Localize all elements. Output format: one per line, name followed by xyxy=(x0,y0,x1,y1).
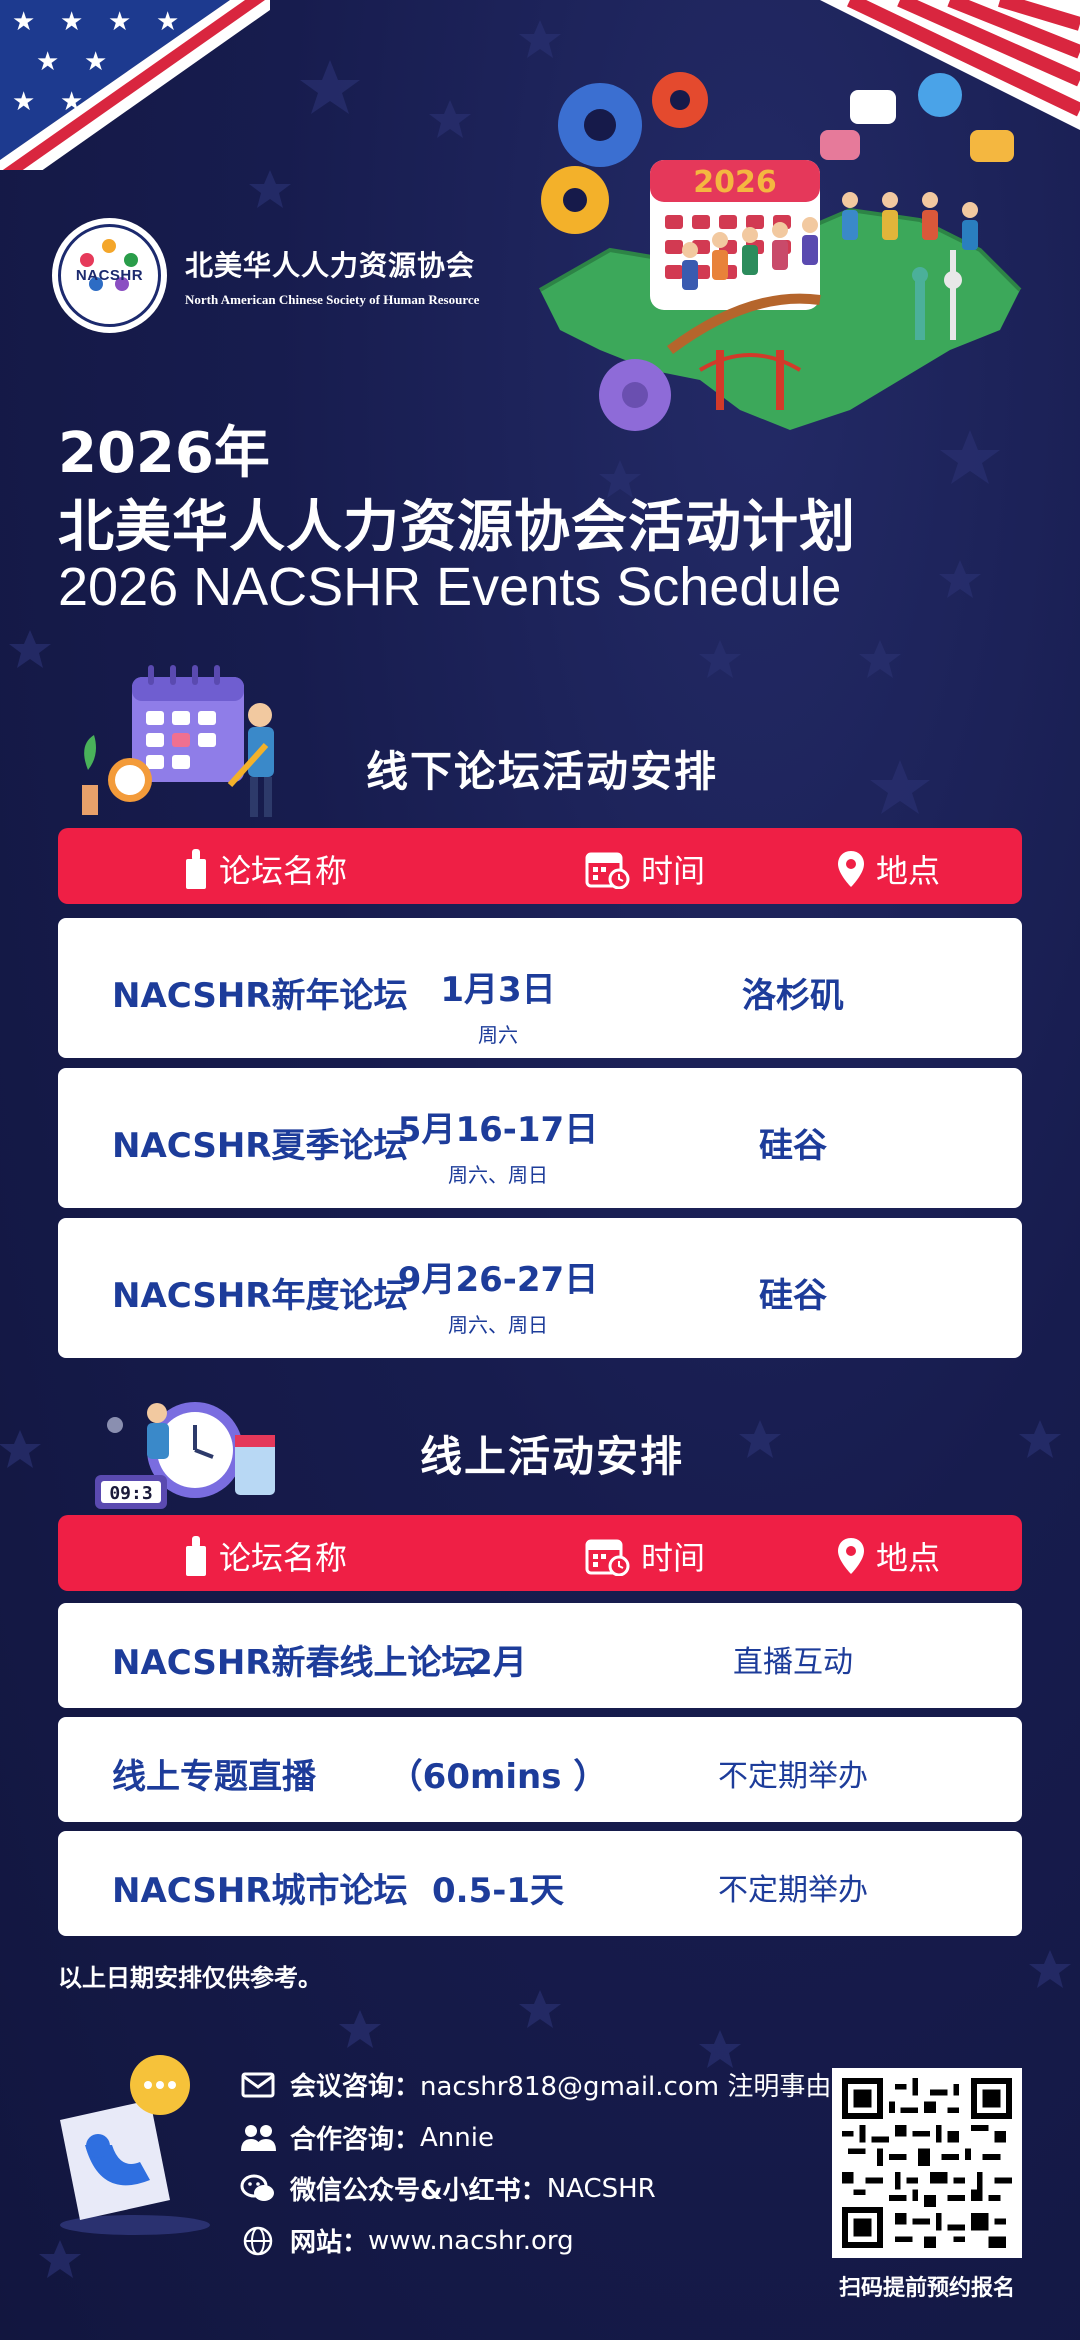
column-header-name: 论坛名称 xyxy=(183,1533,347,1579)
location-pin-icon xyxy=(838,1538,864,1574)
org-name-cn: 北美华人人力资源协会 xyxy=(185,248,476,282)
event-name: 线上专题直播 xyxy=(112,1757,316,1797)
column-label-time: 时间 xyxy=(641,1539,706,1577)
disclaimer-note: 以上日期安排仅供参考。 xyxy=(58,1964,322,1992)
online-event-row: 线上专题直播 （60mins ） 不定期举办 xyxy=(58,1717,1022,1822)
column-header-name: 论坛名称 xyxy=(183,846,347,892)
offline-event-row: NACSHR新年论坛 1月3日 周六 洛杉矶 xyxy=(58,918,1022,1058)
online-event-row: NACSHR新春线上论坛 2月 直播互动 xyxy=(58,1603,1022,1708)
contact-item-cooperation: 合作咨询： Annie xyxy=(240,2119,494,2156)
globe-icon xyxy=(240,2226,276,2256)
calendar-clock-icon xyxy=(585,852,630,889)
page-title-en: 2026 NACSHR Events Schedule xyxy=(58,557,842,617)
online-section-title: 线上活动安排 xyxy=(420,1432,685,1481)
people-icon xyxy=(240,2123,276,2153)
event-place: 不定期举办 xyxy=(718,1759,868,1794)
contact-value[interactable]: nacshr818@gmail.com 注明事由 xyxy=(420,2066,831,2103)
column-header-time: 时间 xyxy=(585,1533,705,1579)
contact-value: NACSHR xyxy=(546,2173,656,2204)
offline-table-header: 论坛名称 时间 地点 xyxy=(58,828,1022,904)
contact-item-meeting: 会议咨询： nacshr818@gmail.com 注明事由 xyxy=(240,2066,831,2103)
contact-label: 网站： xyxy=(290,2228,369,2258)
column-label-place: 地点 xyxy=(876,852,941,890)
event-place: 洛杉矶 xyxy=(742,976,844,1016)
svg-text:★: ★ xyxy=(12,87,35,117)
online-event-row: NACSHR城市论坛 0.5-1天 不定期举办 xyxy=(58,1831,1022,1936)
contact-value: Annie xyxy=(420,2122,494,2153)
podium-icon xyxy=(186,1536,206,1576)
calendar-planning-illustration xyxy=(82,665,274,817)
offline-event-row: NACSHR夏季论坛 5月16-17日 周六、周日 硅谷 xyxy=(58,1068,1022,1208)
phone-chat-illustration xyxy=(60,2055,210,2235)
online-clock-illustration: 09:3 xyxy=(95,1402,275,1509)
calendar-clock-icon xyxy=(585,1539,630,1576)
logo-figures-icon xyxy=(80,239,138,291)
hero-calendar-year: 2026 xyxy=(693,165,777,200)
online-table-header: 论坛名称 时间 地点 xyxy=(58,1515,1022,1591)
qr-caption: 扫码提前预约报名 xyxy=(838,2276,1015,2301)
page-title-cn: 北美华人人力资源协会活动计划 xyxy=(58,495,856,560)
event-place: 硅谷 xyxy=(759,1126,827,1166)
location-pin-icon xyxy=(838,851,864,887)
hero-illustration: 2026 xyxy=(539,72,1022,431)
event-place: 直播互动 xyxy=(733,1645,853,1680)
qr-code[interactable] xyxy=(832,2068,1022,2258)
event-place: 不定期举办 xyxy=(718,1873,868,1908)
event-place: 硅谷 xyxy=(759,1276,827,1316)
contact-item-website: 网站： www.nacshr.org xyxy=(240,2222,574,2259)
wechat-icon xyxy=(240,2174,276,2204)
column-label-place: 地点 xyxy=(876,1539,941,1577)
column-label-name: 论坛名称 xyxy=(219,1539,348,1577)
contact-label: 合作咨询： xyxy=(290,2125,421,2155)
org-logo: NACSHR 北美华人人力资源协会 North American Chinese… xyxy=(52,218,479,333)
contact-item-wechat: 微信公众号&小红书： NACSHR xyxy=(240,2170,656,2207)
column-header-place: 地点 xyxy=(836,846,940,892)
offline-section-title: 线下论坛活动安排 xyxy=(366,747,719,796)
podium-icon xyxy=(186,849,206,889)
svg-text:★: ★ xyxy=(36,47,59,77)
svg-text:★: ★ xyxy=(12,7,35,37)
qr-code-pattern xyxy=(842,2078,1012,2248)
contact-label: 会议咨询： xyxy=(290,2072,421,2102)
contact-label: 微信公众号&小红书： xyxy=(290,2176,547,2206)
offline-event-row: NACSHR年度论坛 9月26-27日 周六、周日 硅谷 xyxy=(58,1218,1022,1358)
logo-emblem: NACSHR xyxy=(52,218,167,333)
svg-text:★: ★ xyxy=(60,87,83,117)
column-label-name: 论坛名称 xyxy=(219,852,348,890)
logo-mark-text: NACSHR xyxy=(75,267,144,284)
page-title-year: 2026年 xyxy=(58,421,270,486)
envelope-icon xyxy=(240,2070,276,2100)
org-name-en: North American Chinese Society of Human … xyxy=(185,291,480,307)
svg-text:★: ★ xyxy=(84,47,107,77)
poster: ★ ★ ★ ★ ★ ★ ★ ★ NACSHR 北美华人人力资源协会 North … xyxy=(0,0,1080,2340)
column-header-time: 时间 xyxy=(585,846,705,892)
contact-value[interactable]: www.nacshr.org xyxy=(368,2226,574,2256)
event-weekday: 周六 xyxy=(478,1023,518,1047)
svg-text:★: ★ xyxy=(108,7,131,37)
clock-display-text: 09:3 xyxy=(109,1483,152,1504)
column-label-time: 时间 xyxy=(641,852,706,890)
svg-text:★: ★ xyxy=(156,7,179,37)
svg-text:★: ★ xyxy=(60,7,83,37)
column-header-place: 地点 xyxy=(836,1533,940,1579)
us-flag-left-graphic: ★ ★ ★ ★ ★ ★ ★ ★ xyxy=(0,0,270,170)
